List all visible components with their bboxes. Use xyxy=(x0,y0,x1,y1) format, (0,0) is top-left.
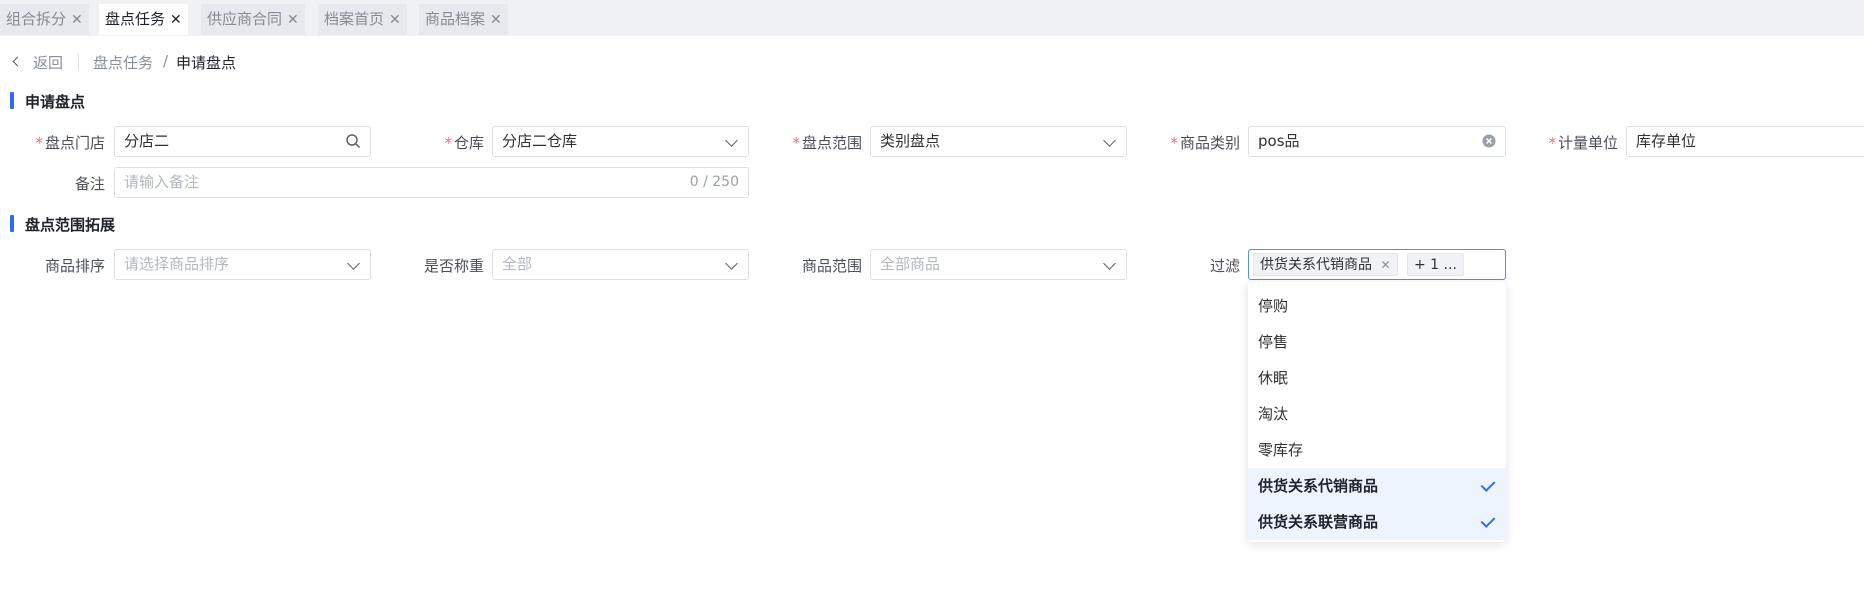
warehouse-value: 分店二仓库 xyxy=(502,132,578,150)
required-mark: * xyxy=(792,134,800,152)
remark-placeholder: 请输入备注 xyxy=(124,173,200,191)
tab-supplier-contract[interactable]: 供应商合同 ✕ xyxy=(201,4,305,35)
chevron-down-icon xyxy=(725,134,738,147)
filter-more-tag: + 1 ... xyxy=(1407,253,1464,276)
tab-label: 档案首页 xyxy=(324,10,385,28)
close-icon[interactable]: ✕ xyxy=(389,12,401,28)
option-stop-sale[interactable]: 停售 xyxy=(1248,324,1506,360)
goods-range-label: 商品范围 xyxy=(801,257,862,275)
category-value: pos品 xyxy=(1258,132,1300,150)
close-icon[interactable]: ✕ xyxy=(71,12,83,28)
breadcrumb-parent[interactable]: 盘点任务 xyxy=(93,52,153,73)
scope-label: * 盘点范围 xyxy=(792,134,862,152)
tab-combo-split[interactable]: 组合拆分 ✕ xyxy=(0,4,89,35)
tab-label: 供应商合同 xyxy=(207,10,283,28)
filter-label: 过滤 xyxy=(1209,257,1240,275)
check-icon xyxy=(1480,513,1496,528)
check-icon xyxy=(1480,477,1496,492)
remark-input[interactable]: 请输入备注 0 / 250 xyxy=(114,167,749,198)
option-joint-operation[interactable]: 供货关系联营商品 xyxy=(1248,504,1506,540)
category-input[interactable]: pos品 xyxy=(1248,126,1506,157)
filter-tag: 供货关系代销商品 ✕ xyxy=(1253,253,1398,276)
store-value: 分店二 xyxy=(124,132,170,150)
scope-select[interactable]: 类别盘点 xyxy=(870,126,1127,157)
clear-icon[interactable] xyxy=(1482,134,1496,148)
breadcrumb-current: 申请盘点 xyxy=(176,54,237,72)
store-input[interactable]: 分店二 xyxy=(114,126,371,157)
back-link[interactable]: 返回 xyxy=(33,52,63,73)
filter-dropdown: 停购 停售 休眠 淘汰 零库存 供货关系代销商品 供货关系联营商品 xyxy=(1248,282,1506,542)
scope-value: 类别盘点 xyxy=(880,132,941,150)
chevron-down-icon xyxy=(1103,134,1116,147)
required-mark: * xyxy=(35,134,43,152)
filter-multiselect[interactable]: 供货关系代销商品 ✕ + 1 ... xyxy=(1248,249,1506,280)
close-icon[interactable]: ✕ xyxy=(490,12,502,28)
weighing-label: 是否称重 xyxy=(423,257,484,275)
chevron-down-icon xyxy=(1103,257,1116,270)
goods-range-select[interactable]: 全部商品 xyxy=(870,249,1127,280)
required-mark: * xyxy=(1170,134,1178,152)
unit-select[interactable]: 库存单位 xyxy=(1626,126,1864,157)
sort-label: 商品排序 xyxy=(44,257,105,275)
tab-goods-archive[interactable]: 商品档案 ✕ xyxy=(419,4,508,35)
tab-inventory-task[interactable]: 盘点任务 ✕ xyxy=(99,4,188,35)
required-mark: * xyxy=(1548,134,1556,152)
section-marker xyxy=(10,215,14,232)
weighing-select[interactable]: 全部 xyxy=(492,249,749,280)
section-title-apply: 申请盘点 xyxy=(25,93,86,111)
warehouse-select[interactable]: 分店二仓库 xyxy=(492,126,749,157)
tag-close-icon[interactable]: ✕ xyxy=(1380,258,1390,272)
remark-label: 备注 xyxy=(74,175,105,193)
unit-value: 库存单位 xyxy=(1636,132,1697,150)
filter-tag-label: 供货关系代销商品 xyxy=(1260,257,1372,273)
tab-label: 组合拆分 xyxy=(6,10,67,28)
tab-label: 盘点任务 xyxy=(105,10,166,28)
category-label: * 商品类别 xyxy=(1170,134,1240,152)
required-mark: * xyxy=(444,134,452,152)
close-icon[interactable]: ✕ xyxy=(170,12,182,28)
breadcrumb-separator: / xyxy=(163,52,169,70)
section-title-scope-extend: 盘点范围拓展 xyxy=(25,216,116,234)
chevron-down-icon xyxy=(725,257,738,270)
search-icon[interactable] xyxy=(345,133,361,149)
tab-archive-home[interactable]: 档案首页 ✕ xyxy=(318,4,407,35)
option-zero-stock[interactable]: 零库存 xyxy=(1248,432,1506,468)
option-stop-purchase[interactable]: 停购 xyxy=(1248,288,1506,324)
option-consignment[interactable]: 供货关系代销商品 xyxy=(1248,468,1506,504)
goods-range-placeholder: 全部商品 xyxy=(880,255,941,273)
weighing-placeholder: 全部 xyxy=(502,255,533,273)
close-icon[interactable]: ✕ xyxy=(287,12,299,28)
sort-placeholder: 请选择商品排序 xyxy=(124,255,230,273)
remark-counter: 0 / 250 xyxy=(689,174,739,190)
tab-bar: 组合拆分 ✕ 盘点任务 ✕ 供应商合同 ✕ 档案首页 ✕ 商品档案 ✕ xyxy=(0,0,1864,36)
chevron-left-icon[interactable] xyxy=(12,56,23,67)
breadcrumb-divider xyxy=(78,54,79,70)
store-label: * 盘点门店 xyxy=(35,134,105,152)
option-eliminated[interactable]: 淘汰 xyxy=(1248,396,1506,432)
warehouse-label: * 仓库 xyxy=(444,134,484,152)
tab-label: 商品档案 xyxy=(425,10,486,28)
chevron-down-icon xyxy=(347,257,360,270)
section-marker xyxy=(10,92,14,109)
unit-label: * 计量单位 xyxy=(1548,134,1618,152)
sort-select[interactable]: 请选择商品排序 xyxy=(114,249,371,280)
option-dormant[interactable]: 休眠 xyxy=(1248,360,1506,396)
